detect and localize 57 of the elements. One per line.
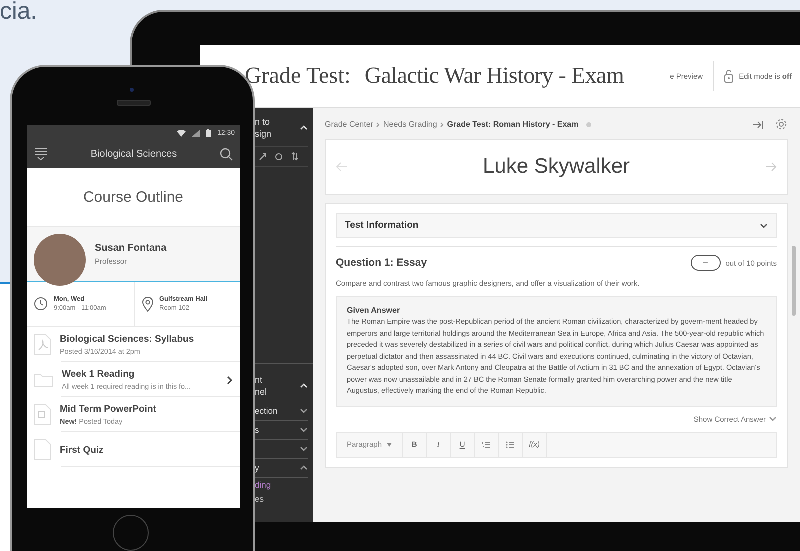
breadcrumb-link[interactable]: Needs Grading (383, 120, 438, 129)
speaker-icon (117, 100, 151, 106)
expand-icon[interactable] (259, 152, 267, 160)
chevron-icon (769, 416, 777, 422)
chevron-icon (440, 122, 444, 128)
sidebar-link[interactable]: es (255, 492, 308, 506)
info-icon (586, 122, 592, 128)
sidebar-heading: nt (255, 374, 264, 386)
breadcrumb-link[interactable]: Grade Center (325, 120, 374, 129)
battery-icon (206, 129, 212, 137)
folder-icon (34, 372, 54, 388)
page-title-prefix: Grade Test: (245, 63, 351, 89)
sort-icon[interactable] (291, 152, 299, 161)
chevron-icon (376, 122, 380, 128)
document-icon (34, 439, 52, 461)
home-button[interactable] (113, 515, 149, 551)
signal-icon (192, 130, 200, 136)
instructor-name: Susan Fontana (95, 242, 167, 254)
sidebar-heading: nel (255, 386, 268, 398)
clock-icon (34, 297, 48, 311)
camera-icon (130, 88, 134, 92)
chevron-icon (227, 376, 233, 384)
wifi-icon (177, 130, 186, 136)
lock-icon (724, 69, 734, 83)
scrollbar (792, 246, 796, 316)
score-field[interactable]: – (690, 255, 721, 271)
sidebar-heading: n to (255, 116, 272, 128)
caption-text: cia. (0, 0, 38, 25)
sidebar-item[interactable]: s (255, 425, 260, 435)
header-title: Biological Sciences (90, 149, 178, 160)
answer-heading: Given Answer (347, 306, 402, 315)
item-title: First Quiz (60, 444, 105, 456)
menu-icon[interactable] (34, 148, 48, 161)
location-pin-icon (142, 296, 154, 312)
sidebar-item[interactable]: ection (255, 406, 278, 416)
numbered-list-icon (482, 440, 492, 448)
breadcrumb-current: Grade Test: Roman History - Exam (447, 120, 579, 129)
item-title: Week 1 Reading (62, 369, 136, 380)
sidebar-link[interactable]: ding (255, 478, 308, 492)
pdf-icon (34, 334, 52, 356)
settings-icon[interactable] (775, 118, 788, 131)
photo-placeholder (34, 234, 86, 286)
course-item[interactable]: First Quiz (27, 432, 240, 467)
bullet-list-icon (506, 440, 516, 448)
caret-icon (387, 442, 392, 446)
sidebar-item[interactable]: y (255, 463, 260, 473)
file-icon (34, 404, 52, 426)
circle-icon[interactable] (275, 152, 283, 160)
question-title: Question 1: Essay (336, 257, 428, 269)
page-title: Galactic War History - Exam (364, 63, 624, 89)
item-title: Biological Sciences: Syllabus (60, 334, 196, 345)
search-icon[interactable] (220, 148, 233, 161)
student-name: Luke Skywalker (482, 155, 630, 179)
sidebar-heading: sign (255, 128, 272, 140)
item-title: Mid Term PowerPoint (60, 404, 158, 415)
collapse-icon[interactable] (752, 120, 764, 130)
test-information-dropdown[interactable]: Test Information (336, 213, 777, 238)
